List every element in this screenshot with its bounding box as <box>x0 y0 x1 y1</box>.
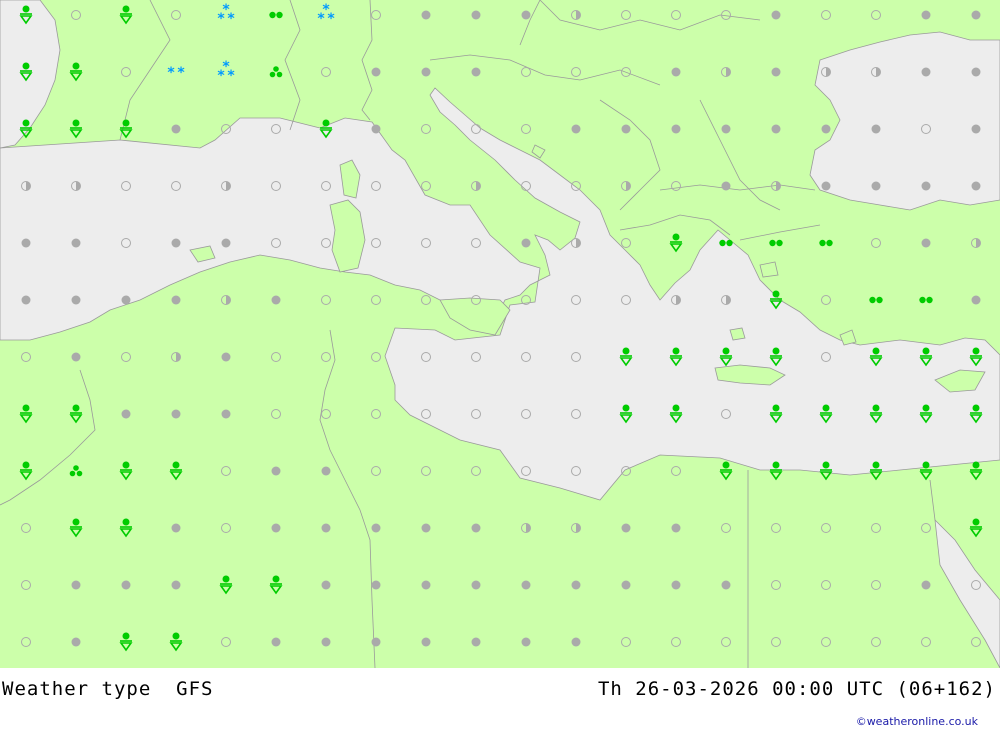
map-footer: Weather type GFS Th 26-03-2026 00:00 UTC… <box>0 668 1000 733</box>
overcast-icon <box>621 124 631 134</box>
overcast-icon <box>971 67 981 77</box>
overcast-icon <box>971 295 981 305</box>
lesbos-island <box>759 261 779 278</box>
svg-text:*: * <box>227 11 235 27</box>
svg-text:*: * <box>327 11 335 27</box>
svg-text:*: * <box>317 11 325 27</box>
overcast-icon <box>71 238 81 248</box>
overcast-icon <box>921 67 931 77</box>
overcast-icon <box>721 580 731 590</box>
overcast-icon <box>921 238 931 248</box>
overcast-icon <box>471 10 481 20</box>
overcast-icon <box>921 181 931 191</box>
overcast-icon <box>421 580 431 590</box>
overcast-icon <box>721 124 731 134</box>
overcast-icon <box>171 580 181 590</box>
overcast-icon <box>371 67 381 77</box>
overcast-icon <box>71 637 81 647</box>
overcast-icon <box>271 523 281 533</box>
overcast-icon <box>821 124 831 134</box>
overcast-icon <box>471 580 481 590</box>
overcast-icon <box>571 637 581 647</box>
overcast-icon <box>21 295 31 305</box>
overcast-icon <box>121 295 131 305</box>
overcast-icon <box>921 10 931 20</box>
overcast-icon <box>971 181 981 191</box>
overcast-icon <box>221 352 231 362</box>
map-base <box>0 0 1000 668</box>
overcast-icon <box>671 67 681 77</box>
overcast-icon <box>271 637 281 647</box>
overcast-icon <box>21 238 31 248</box>
overcast-icon <box>871 124 881 134</box>
overcast-icon <box>321 637 331 647</box>
overcast-icon <box>621 580 631 590</box>
overcast-icon <box>671 124 681 134</box>
overcast-icon <box>321 580 331 590</box>
overcast-icon <box>771 67 781 77</box>
overcast-icon <box>171 238 181 248</box>
overcast-icon <box>521 10 531 20</box>
overcast-icon <box>221 409 231 419</box>
overcast-icon <box>521 238 531 248</box>
weather-map: * * * * * * * * * * * <box>0 0 1000 668</box>
overcast-icon <box>971 124 981 134</box>
overcast-icon <box>621 523 631 533</box>
overcast-icon <box>371 637 381 647</box>
overcast-icon <box>721 181 731 191</box>
svg-text:*: * <box>167 65 175 81</box>
overcast-icon <box>671 580 681 590</box>
overcast-icon <box>71 352 81 362</box>
overcast-icon <box>471 637 481 647</box>
overcast-icon <box>71 580 81 590</box>
overcast-icon <box>221 238 231 248</box>
svg-text:*: * <box>177 65 185 81</box>
overcast-icon <box>371 523 381 533</box>
map-canvas: ** *** ** * ** * <box>0 0 1000 668</box>
overcast-icon <box>271 295 281 305</box>
overcast-icon <box>371 580 381 590</box>
valid-time-label: Th 26-03-2026 00:00 UTC (06+162) <box>597 678 996 700</box>
overcast-icon <box>421 637 431 647</box>
overcast-icon <box>821 181 831 191</box>
svg-text:*: * <box>227 68 235 84</box>
overcast-icon <box>421 523 431 533</box>
overcast-icon <box>671 523 681 533</box>
overcast-icon <box>871 181 881 191</box>
overcast-icon <box>571 124 581 134</box>
credit-link[interactable]: ©weatheronline.co.uk <box>856 715 978 728</box>
overcast-icon <box>971 10 981 20</box>
overcast-icon <box>471 67 481 77</box>
overcast-icon <box>921 580 931 590</box>
overcast-icon <box>771 10 781 20</box>
overcast-icon <box>371 124 381 134</box>
overcast-icon <box>121 580 131 590</box>
overcast-icon <box>121 409 131 419</box>
overcast-icon <box>321 466 331 476</box>
overcast-icon <box>171 523 181 533</box>
map-title: Weather type GFS <box>2 678 214 700</box>
overcast-icon <box>771 124 781 134</box>
overcast-icon <box>521 637 531 647</box>
overcast-icon <box>321 523 331 533</box>
aegean-islands <box>729 327 746 341</box>
overcast-icon <box>571 580 581 590</box>
svg-text:*: * <box>217 68 225 84</box>
overcast-icon <box>521 580 531 590</box>
overcast-icon <box>471 523 481 533</box>
svg-text:*: * <box>217 11 225 27</box>
overcast-icon <box>171 409 181 419</box>
overcast-icon <box>71 295 81 305</box>
overcast-icon <box>171 124 181 134</box>
overcast-icon <box>171 295 181 305</box>
overcast-icon <box>421 10 431 20</box>
overcast-icon <box>421 67 431 77</box>
overcast-icon <box>271 466 281 476</box>
